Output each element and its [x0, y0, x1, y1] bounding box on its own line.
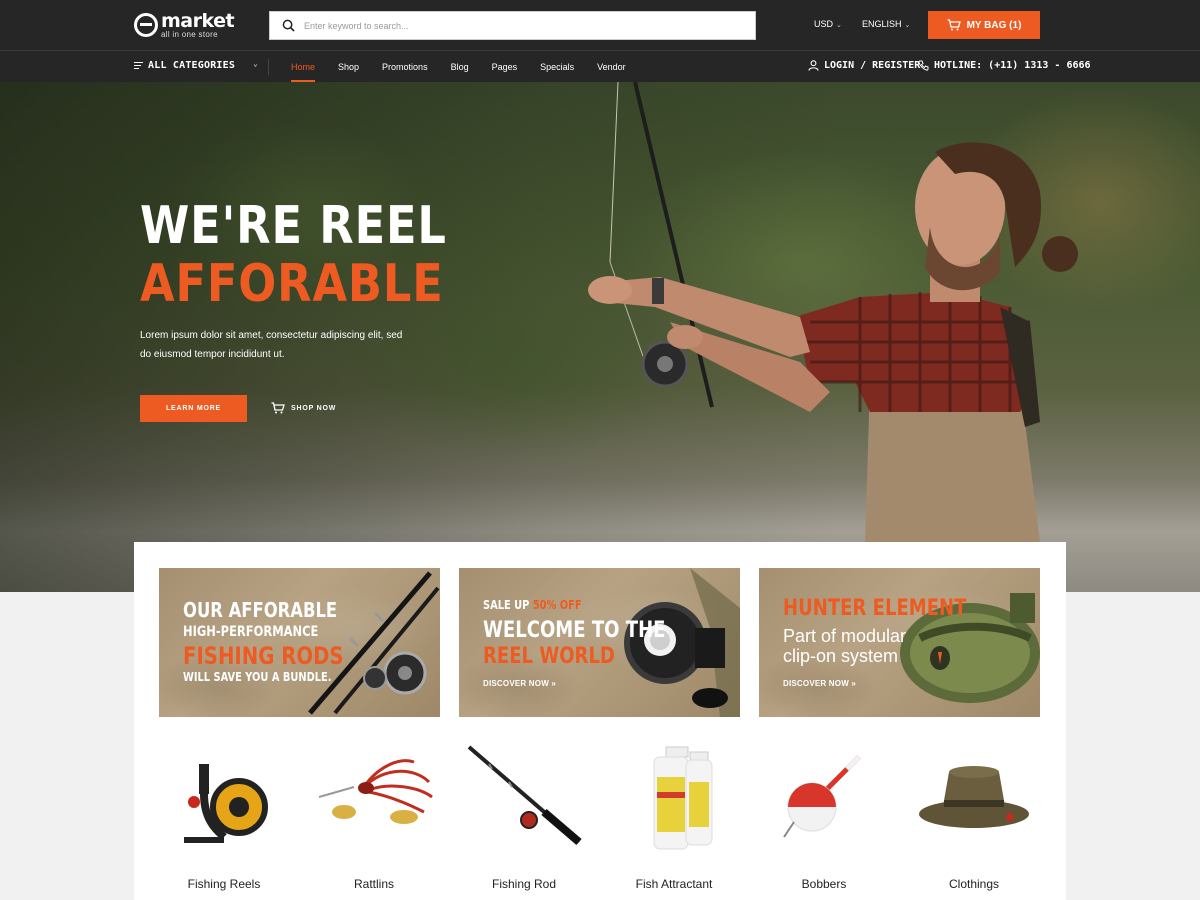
shop-now-button[interactable]: SHOP NOW: [271, 402, 336, 414]
category-label: Fishing Reels: [187, 877, 261, 891]
spinner-lure-icon: [318, 759, 433, 824]
category-rattlins[interactable]: Rattlins: [299, 742, 449, 900]
bucket-hat-icon: [919, 766, 1029, 828]
hero-banner: WE'RE REEL AFFORABLE Lorem ipsum dolor s…: [0, 82, 1200, 592]
nav-menu: Home Shop Promotions Blog Pages Specials…: [291, 51, 649, 82]
nav-item-shop[interactable]: Shop: [338, 51, 359, 82]
language-select[interactable]: ENGLISH ⌄: [862, 19, 910, 29]
logo[interactable]: market all in one store: [134, 10, 264, 42]
logo-tagline: all in one store: [161, 30, 218, 39]
category-label: Fish Attractant: [635, 877, 713, 891]
hero-title-line2: AFFORABLE: [140, 254, 444, 314]
hotline-label: HOTLINE: (+11) 1313 - 6666: [934, 60, 1091, 71]
search-input[interactable]: [304, 17, 744, 35]
fishing-rod-icon: [467, 745, 582, 846]
my-bag-button[interactable]: MY BAG (1): [928, 11, 1040, 39]
promo-banner-hunter-element[interactable]: HUNTER ELEMENT Part of modular clip-on s…: [759, 568, 1040, 717]
category-bobbers[interactable]: Bobbers: [749, 742, 899, 900]
nav-item-home[interactable]: Home: [291, 51, 316, 82]
promo-banner-reel-world[interactable]: SALE UP 50% OFF WELCOME TO THE REEL WORL…: [459, 568, 740, 717]
chevron-down-icon: ⌄: [904, 22, 911, 29]
nav-item-specials[interactable]: Specials: [540, 51, 574, 82]
learn-more-button[interactable]: LEARN MORE: [140, 395, 247, 422]
nav-item-pages[interactable]: Pages: [492, 51, 518, 82]
main-nav: ALL CATEGORIES ⌄ Home Shop Promotions Bl…: [0, 50, 1200, 82]
logo-e-icon: [134, 13, 158, 37]
banner2-sale-line: SALE UP 50% OFF: [483, 598, 582, 612]
nav-item-blog[interactable]: Blog: [451, 51, 469, 82]
nav-item-promotions[interactable]: Promotions: [382, 51, 428, 82]
banner3-line2: Part of modular: [783, 626, 907, 646]
attractant-bottles-icon: [653, 746, 713, 850]
shop-now-label: SHOP NOW: [291, 404, 337, 412]
chevron-down-icon: ⌄: [252, 59, 258, 68]
category-label: Fishing Rod: [491, 877, 557, 891]
category-fishing-rod[interactable]: Fishing Rod: [449, 742, 599, 900]
banner2-line2: REEL WORLD: [483, 644, 615, 669]
nav-divider: [268, 59, 269, 75]
hotline: HOTLINE: (+11) 1313 - 6666: [918, 60, 1091, 71]
phone-icon: [918, 60, 929, 71]
category-fish-attractant[interactable]: Fish Attractant: [599, 742, 749, 900]
all-categories-label: ALL CATEGORIES: [148, 60, 236, 71]
content-panel: OUR AFFORABLE HIGH-PERFORMANCE FISHING R…: [134, 542, 1066, 900]
my-bag-label: MY BAG (1): [966, 19, 1022, 31]
promo-banner-fishing-rods[interactable]: OUR AFFORABLE HIGH-PERFORMANCE FISHING R…: [159, 568, 440, 717]
logo-wordmark: market: [161, 10, 235, 32]
top-bar: market all in one store USD⌄ ENGLISH⌄ MY…: [0, 0, 1200, 50]
banner2-line1: WELCOME TO THE: [483, 618, 666, 643]
chevron-down-icon: ⌄: [836, 22, 842, 29]
banner3-discover-link[interactable]: DISCOVER NOW »: [783, 679, 856, 688]
banner2-sale-value: 50% OFF: [532, 598, 582, 612]
currency-value: USD: [814, 19, 834, 29]
angler-photo: [588, 82, 1078, 592]
bobber-icon: [783, 755, 861, 838]
category-label: Clothings: [948, 877, 1000, 891]
banner1-line1: OUR AFFORABLE: [183, 598, 338, 622]
currency-select[interactable]: USD ⌄: [814, 19, 842, 29]
banner3-line1: HUNTER ELEMENT: [783, 596, 967, 621]
banner3-line3: clip-on system: [783, 646, 899, 666]
category-fishing-reels[interactable]: Fishing Reels: [149, 742, 299, 900]
search-icon[interactable]: [282, 19, 295, 32]
banner1-line4: WILL SAVE YOU A BUNDLE.: [183, 670, 332, 684]
fishing-reel-icon: [184, 764, 268, 843]
login-register-link[interactable]: LOGIN / REGISTER: [808, 60, 920, 71]
nav-item-vendor[interactable]: Vendor: [597, 51, 626, 82]
search-bar: [269, 11, 756, 40]
banner1-line2: HIGH-PERFORMANCE: [183, 624, 319, 640]
login-register-label: LOGIN / REGISTER: [824, 60, 921, 71]
hero-description: Lorem ipsum dolor sit amet, consectetur …: [140, 330, 403, 360]
user-icon: [808, 60, 819, 71]
hero-title: WE'RE REEL AFFORABLE: [140, 197, 447, 313]
hero-title-line1: WE'RE REEL: [140, 196, 447, 256]
language-value: ENGLISH: [862, 19, 902, 29]
banner2-discover-link[interactable]: DISCOVER NOW »: [483, 679, 556, 688]
banner2-sale-prefix: SALE UP: [483, 598, 530, 612]
category-label: Bobbers: [801, 877, 847, 891]
all-categories-button[interactable]: ALL CATEGORIES ⌄: [134, 51, 258, 82]
banner1-line3: FISHING RODS: [183, 642, 344, 670]
category-label: Rattlins: [353, 877, 394, 891]
menu-icon: [134, 62, 143, 70]
category-clothings[interactable]: Clothings: [899, 742, 1049, 900]
cart-icon: [271, 402, 285, 414]
cart-icon: [947, 19, 961, 31]
